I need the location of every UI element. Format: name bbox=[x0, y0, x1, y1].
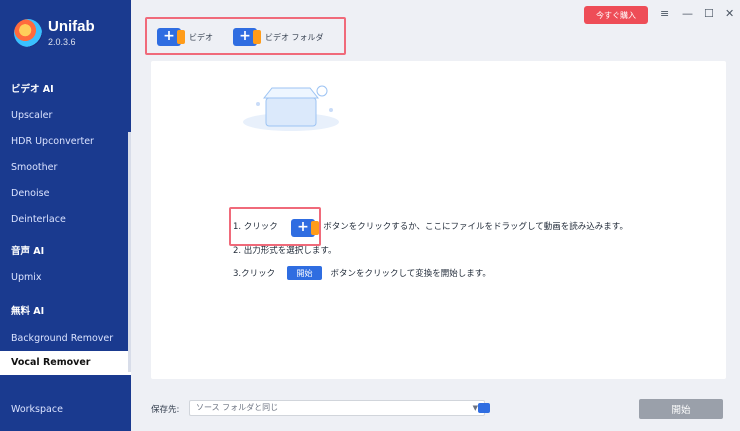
menu-icon[interactable]: ≡ bbox=[660, 7, 669, 20]
inline-add-video-icon: + bbox=[291, 219, 319, 237]
add-folder-button[interactable]: + ビデオ フォルダ bbox=[233, 28, 324, 46]
add-source-toolbar: + ビデオ + ビデオ フォルダ bbox=[145, 17, 346, 55]
sidebar-item-deinterlace[interactable]: Deinterlace bbox=[11, 214, 66, 225]
sidebar-item-upscaler[interactable]: Upscaler bbox=[11, 110, 52, 121]
sidebar-item-workspace[interactable]: Workspace bbox=[11, 404, 63, 415]
section-free-ai: 無料 AI bbox=[11, 306, 45, 317]
drop-illustration bbox=[243, 85, 339, 131]
sidebar-item-denoise[interactable]: Denoise bbox=[11, 188, 49, 199]
inline-start-button[interactable]: 開始 bbox=[287, 266, 322, 280]
app-logo-icon bbox=[14, 18, 42, 47]
save-location-select[interactable]: ソース フォルダと同じ ▼ bbox=[189, 400, 485, 416]
open-folder-icon[interactable] bbox=[478, 403, 490, 413]
add-folder-icon: + bbox=[233, 28, 261, 46]
add-video-label: ビデオ bbox=[189, 32, 213, 42]
step-1-suffix: ボタンをクリックするか、ここにファイルをドラッグして動画を読み込みます。 bbox=[323, 222, 628, 232]
save-location-value: ソース フォルダと同じ bbox=[196, 403, 279, 412]
maximize-icon[interactable]: ☐ bbox=[704, 7, 714, 20]
add-folder-label: ビデオ フォルダ bbox=[265, 32, 324, 42]
sidebar-item-background-remover[interactable]: Background Remover bbox=[11, 333, 113, 344]
step-3-prefix: 3.クリック bbox=[233, 269, 276, 279]
sidebar: Unifab 2.0.3.6 ビデオ AI Upscaler HDR Upcon… bbox=[0, 0, 131, 431]
sidebar-item-hdr-upconverter[interactable]: HDR Upconverter bbox=[11, 136, 94, 147]
close-icon[interactable]: ✕ bbox=[725, 7, 734, 20]
save-location-label: 保存先: bbox=[151, 405, 180, 415]
sidebar-scrollbar[interactable] bbox=[128, 132, 131, 372]
inline-add-video-button[interactable]: + bbox=[229, 207, 321, 246]
step-3-suffix: ボタンをクリックして変換を開始します。 bbox=[330, 269, 491, 279]
minimize-icon[interactable]: — bbox=[682, 7, 693, 20]
app-version: 2.0.3.6 bbox=[48, 37, 76, 47]
start-button[interactable]: 開始 bbox=[639, 399, 723, 419]
buy-now-button[interactable]: 今すぐ購入 bbox=[584, 6, 648, 24]
sidebar-item-upmix[interactable]: Upmix bbox=[11, 272, 42, 283]
add-video-icon: + bbox=[157, 28, 185, 46]
add-video-button[interactable]: + ビデオ bbox=[157, 28, 213, 46]
bottom-bar: 保存先: ソース フォルダと同じ ▼ 開始 bbox=[151, 396, 726, 422]
section-video-ai: ビデオ AI bbox=[11, 84, 54, 95]
app-logo: Unifab 2.0.3.6 bbox=[14, 18, 95, 47]
section-audio-ai: 音声 AI bbox=[11, 246, 45, 257]
app-name: Unifab bbox=[48, 18, 95, 35]
step-3: 3.クリック ボタンをクリックして変換を開始します。 bbox=[233, 267, 491, 279]
sidebar-item-smoother[interactable]: Smoother bbox=[11, 162, 57, 173]
sidebar-item-vocal-remover[interactable]: Vocal Remover bbox=[0, 351, 131, 375]
